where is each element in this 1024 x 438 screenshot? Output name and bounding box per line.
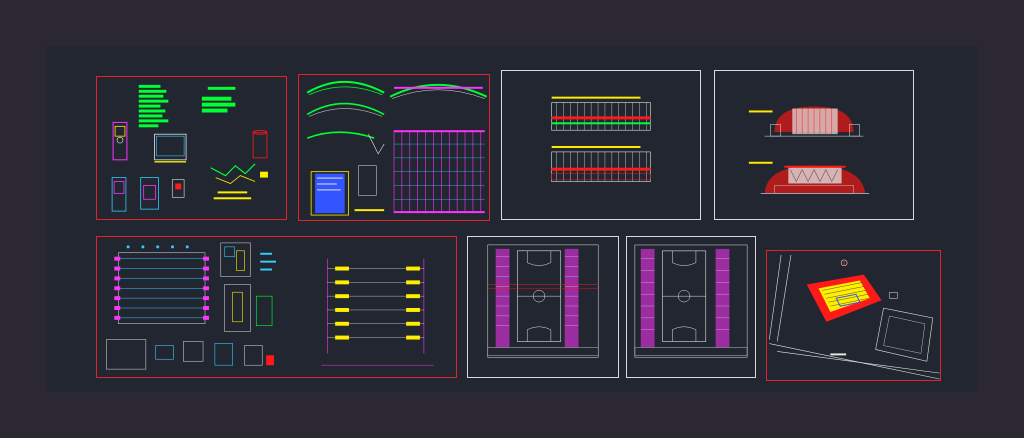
site-plan-drawing <box>769 254 940 380</box>
side-elevations-drawing <box>551 96 651 182</box>
sheet-court-plan-1[interactable] <box>467 236 619 378</box>
details-drawing <box>111 84 268 212</box>
court-plan-1-drawing <box>487 244 599 358</box>
sheet-roof-arches[interactable] <box>298 74 490 221</box>
foundation-plan-drawing <box>106 242 434 370</box>
sheet-foundation-plan[interactable] <box>96 236 457 378</box>
front-elevations-drawing <box>748 106 870 194</box>
sheet-court-plan-2[interactable] <box>626 236 756 378</box>
sheet-elevations-side[interactable] <box>501 70 701 220</box>
roof-arches-drawing <box>306 80 488 216</box>
sheet-elevations-front[interactable] <box>714 70 914 220</box>
sheet-details[interactable] <box>96 76 287 220</box>
court-plan-2-drawing <box>634 244 748 358</box>
cad-model-space[interactable] <box>46 46 978 392</box>
sheet-site-plan[interactable] <box>766 250 941 381</box>
